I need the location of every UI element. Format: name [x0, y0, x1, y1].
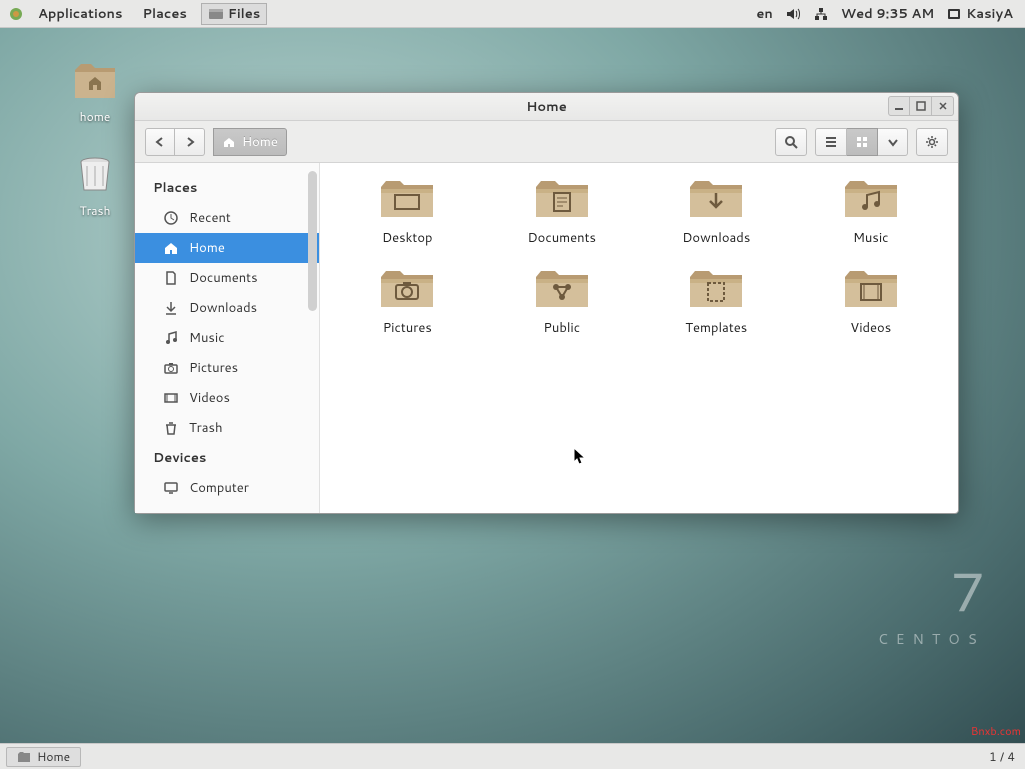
folder-icon [686, 175, 746, 223]
places-menu[interactable]: Places [132, 0, 196, 28]
folder-label: Documents [495, 229, 630, 247]
folder-icon [377, 265, 437, 313]
camera-icon [163, 360, 179, 376]
folder-icon [841, 175, 901, 223]
maximize-button[interactable] [910, 96, 932, 116]
watermark: Bnxb.com [971, 723, 1021, 739]
home-icon [222, 135, 236, 149]
files-task-indicator[interactable]: Files [201, 3, 267, 25]
folder-icon [841, 265, 901, 313]
folder-desktop[interactable]: Desktop [340, 175, 475, 247]
folder-label: Desktop [340, 229, 475, 247]
desktop-home-label: home [60, 108, 130, 125]
desktop-trash-label: Trash [60, 202, 130, 219]
folder-public[interactable]: Public [495, 265, 630, 337]
sidebar-item-home[interactable]: Home [135, 233, 319, 263]
computer-icon [163, 480, 179, 496]
folder-music[interactable]: Music [804, 175, 939, 247]
folder-videos[interactable]: Videos [804, 265, 939, 337]
video-icon [163, 390, 179, 406]
folder-icon [377, 175, 437, 223]
folder-label: Templates [649, 319, 784, 337]
trash-icon [163, 420, 179, 436]
folder-label: Music [804, 229, 939, 247]
close-button[interactable] [932, 96, 954, 116]
files-window: Home Home [134, 92, 959, 514]
titlebar[interactable]: Home [135, 93, 958, 121]
user-icon [946, 6, 962, 22]
files-task-label: Files [228, 5, 260, 23]
keyboard-layout-indicator[interactable]: en [756, 5, 772, 23]
back-button[interactable] [145, 128, 175, 156]
music-icon [163, 330, 179, 346]
sidebar: Places Recent Home Documents Downloads M… [135, 163, 320, 513]
search-button[interactable] [775, 128, 807, 156]
sidebar-scrollbar[interactable] [308, 171, 317, 311]
settings-button[interactable] [916, 128, 948, 156]
sidebar-item-recent[interactable]: Recent [135, 203, 319, 233]
gear-icon [925, 135, 939, 149]
top-panel: Applications Places Files en Wed 9:35 AM… [0, 0, 1025, 28]
folder-label: Videos [804, 319, 939, 337]
folder-documents[interactable]: Documents [495, 175, 630, 247]
sidebar-item-pictures[interactable]: Pictures [135, 353, 319, 383]
minimize-button[interactable] [888, 96, 910, 116]
view-options-button[interactable] [878, 128, 908, 156]
trash-icon [71, 150, 119, 198]
user-menu[interactable]: KasiyA [946, 5, 1013, 23]
folder-icon [532, 265, 592, 313]
search-icon [784, 135, 798, 149]
clock[interactable]: Wed 9:35 AM [841, 5, 934, 23]
list-view-button[interactable] [815, 128, 847, 156]
applications-menu[interactable]: Applications [28, 0, 132, 28]
folder-icon [532, 175, 592, 223]
document-icon [163, 270, 179, 286]
breadcrumb-home[interactable]: Home [213, 128, 287, 156]
network-icon[interactable] [813, 6, 829, 22]
icon-view-button[interactable] [847, 128, 878, 156]
desktop-trash[interactable]: Trash [60, 150, 130, 219]
folder-label: Pictures [340, 319, 475, 337]
forward-button[interactable] [175, 128, 205, 156]
folder-icon [686, 265, 746, 313]
sidebar-item-downloads[interactable]: Downloads [135, 293, 319, 323]
sidebar-item-computer[interactable]: Computer [135, 473, 319, 503]
volume-icon[interactable] [785, 6, 801, 22]
taskbar-item-home[interactable]: Home [6, 747, 81, 767]
sidebar-item-trash[interactable]: Trash [135, 413, 319, 443]
clock-icon [163, 210, 179, 226]
places-header: Places [135, 173, 319, 203]
devices-header: Devices [135, 443, 319, 473]
folder-pictures[interactable]: Pictures [340, 265, 475, 337]
workspace-indicator[interactable]: 1 / 4 [979, 748, 1025, 765]
content-area[interactable]: Desktop Documents Downloads [320, 163, 958, 513]
centos-brand: 7 CENTOS [878, 553, 985, 649]
bottom-panel: Home 1 / 4 [0, 743, 1025, 769]
files-icon [208, 6, 224, 22]
distro-logo-icon [8, 6, 24, 22]
download-icon [163, 300, 179, 316]
folder-label: Public [495, 319, 630, 337]
home-icon [163, 240, 179, 256]
folder-label: Downloads [649, 229, 784, 247]
window-title: Home [526, 98, 567, 116]
folder-templates[interactable]: Templates [649, 265, 784, 337]
toolbar: Home [135, 121, 958, 163]
sidebar-item-videos[interactable]: Videos [135, 383, 319, 413]
folder-downloads[interactable]: Downloads [649, 175, 784, 247]
folder-icon [17, 750, 31, 764]
sidebar-item-music[interactable]: Music [135, 323, 319, 353]
home-folder-icon [71, 56, 119, 104]
desktop-home-folder[interactable]: home [60, 56, 130, 125]
sidebar-item-documents[interactable]: Documents [135, 263, 319, 293]
